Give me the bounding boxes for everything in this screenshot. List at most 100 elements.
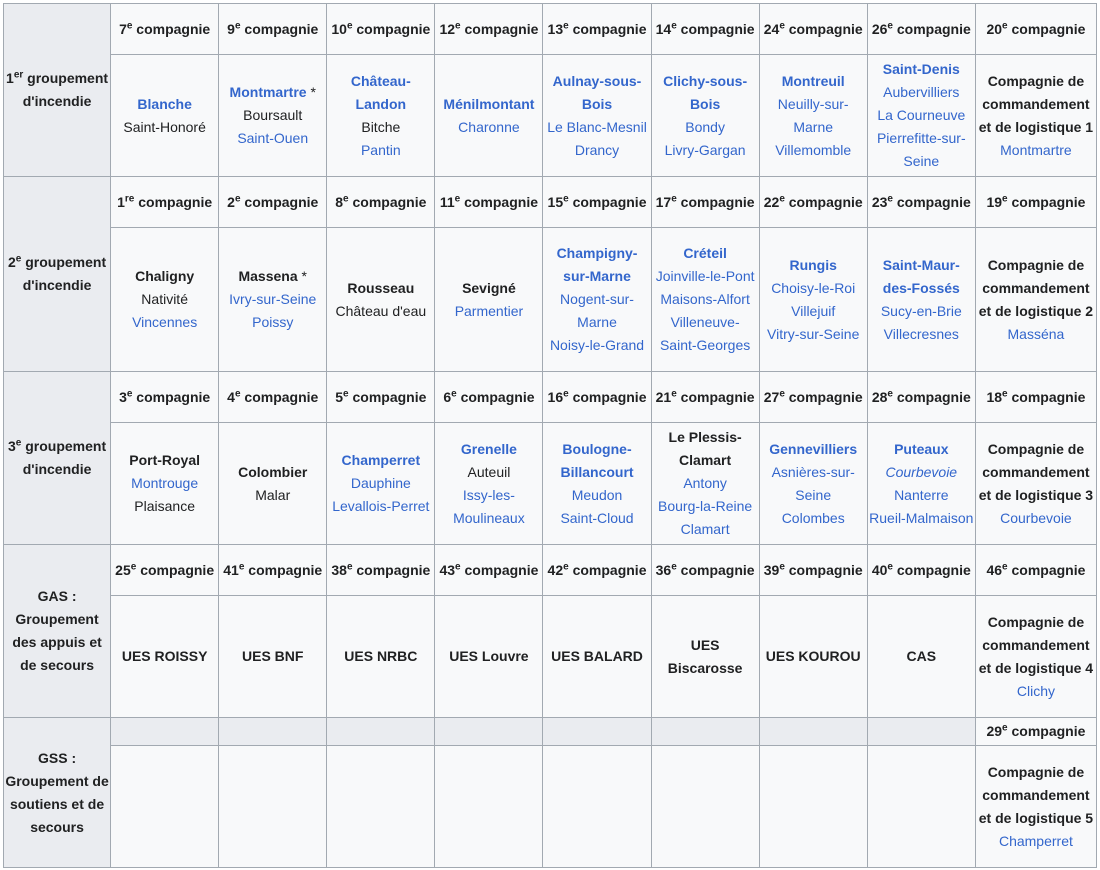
station-link[interactable]: Noisy-le-Grand xyxy=(550,337,644,353)
station-link[interactable]: Charonne xyxy=(458,119,520,135)
station-link[interactable]: Boulogne-Billancourt xyxy=(560,441,633,480)
station-link[interactable]: Villemomble xyxy=(775,142,851,158)
station-line: Boulogne-Billancourt xyxy=(544,438,649,484)
station-link[interactable]: Puteaux xyxy=(894,441,948,457)
asterisk-note: * xyxy=(297,268,307,284)
station-link[interactable]: Meudon xyxy=(572,487,623,503)
station-link[interactable]: Saint-Ouen xyxy=(237,130,308,146)
station-line: Clichy xyxy=(977,680,1095,703)
station-line: UES KOUROU xyxy=(761,645,866,668)
station-link[interactable]: Ivry-sur-Seine xyxy=(229,291,316,307)
station-link[interactable]: Poissy xyxy=(252,314,293,330)
station-line: Asnières-sur-Seine xyxy=(761,461,866,507)
station-link[interactable]: Vincennes xyxy=(132,314,197,330)
station-link[interactable]: Maisons-Alfort xyxy=(660,291,749,307)
company-header: 28e compagnie xyxy=(866,371,976,423)
station-link[interactable]: Champerret xyxy=(999,833,1073,849)
station-link[interactable]: Colombes xyxy=(782,510,845,526)
station-name: Massena xyxy=(238,268,298,284)
station-link[interactable]: Rungis xyxy=(789,257,836,273)
station-link[interactable]: Montrouge xyxy=(131,475,198,491)
station-line: Nanterre xyxy=(869,484,974,507)
station-link[interactable]: Nogent-sur-Marne xyxy=(560,291,634,330)
station-link[interactable]: Saint-Maur-des-Fossés xyxy=(883,257,960,296)
company-label: compagnie xyxy=(460,193,538,210)
station-link[interactable]: Clichy xyxy=(1017,683,1055,699)
empty-cell xyxy=(542,745,652,868)
station-link[interactable]: Blanche xyxy=(137,96,191,112)
station-link[interactable]: Livry-Gargan xyxy=(665,142,746,158)
brigade-companies-table: 1er groupement d'incendie 7e compagnie 9e … xyxy=(2,3,1098,868)
station-link[interactable]: Parmentier xyxy=(455,303,523,319)
station-link[interactable]: Villecresnes xyxy=(884,326,959,342)
station-line: Gennevilliers xyxy=(761,438,866,461)
station-link[interactable]: Bourg-la-Reine xyxy=(658,498,752,514)
station-line: Compagnie de commandement et de logistiq… xyxy=(977,70,1095,139)
station-link[interactable]: Champigny-sur-Marne xyxy=(557,245,638,284)
station-link[interactable]: Drancy xyxy=(575,142,619,158)
company-header: 9e compagnie xyxy=(218,3,328,55)
station-link[interactable]: Pantin xyxy=(361,142,401,158)
station-link[interactable]: Courbevoie xyxy=(885,464,957,480)
station-link[interactable]: Pierrefitte-sur-Seine xyxy=(877,130,966,169)
station-link[interactable]: Ménilmontant xyxy=(443,96,534,112)
station-link[interactable]: Aubervilliers xyxy=(883,84,959,100)
company-stations: Créteil Joinville-le-Pont Maisons-Alfort Vi… xyxy=(650,227,760,372)
company-number: 38 xyxy=(331,561,347,578)
station-link[interactable]: Gennevilliers xyxy=(769,441,857,457)
company-header: 3e compagnie xyxy=(110,371,220,423)
station-link[interactable]: Vitry-sur-Seine xyxy=(767,326,859,342)
station-link[interactable]: Montmartre xyxy=(1000,142,1072,158)
station-link[interactable]: Levallois-Perret xyxy=(332,498,429,514)
station-link[interactable]: Sucy-en-Brie xyxy=(881,303,962,319)
station-link[interactable]: Asnières-sur-Seine xyxy=(772,464,855,503)
station-link[interactable]: La Courneuve xyxy=(877,107,965,123)
station-link[interactable]: Aulnay-sous-Bois xyxy=(553,73,642,112)
station-link[interactable]: Saint-Cloud xyxy=(560,510,633,526)
company-label: compagnie xyxy=(784,561,863,578)
station-link[interactable]: Masséna xyxy=(1008,326,1065,342)
group-label-text: groupement d'incendie xyxy=(21,438,107,477)
station-link[interactable]: Issy-les-Moulineaux xyxy=(453,487,525,526)
station-name: Sevigné xyxy=(462,279,516,296)
station-link[interactable]: Choisy-le-Roi xyxy=(771,280,855,296)
station-link[interactable]: Bondy xyxy=(685,119,725,135)
station-link[interactable]: Montmartre xyxy=(230,84,307,100)
station-line: Noisy-le-Grand xyxy=(544,334,649,357)
group-body-row: Port-Royal Montrouge Plaisance Colombier Mal… xyxy=(4,422,1098,545)
station-link[interactable]: Villeneuve-Saint-Georges xyxy=(660,314,750,353)
station-link[interactable]: Nanterre xyxy=(894,487,948,503)
station-link[interactable]: Saint-Denis xyxy=(883,61,960,77)
company-stations: Grenelle Auteuil Issy-les-Moulineaux xyxy=(434,422,544,545)
station-name: Boursault xyxy=(243,107,303,123)
station-line: UES Biscarosse xyxy=(653,634,758,680)
station-link[interactable]: Clamart xyxy=(681,521,730,537)
station-link[interactable]: Neuilly-sur-Marne xyxy=(778,96,849,135)
company-stations: Compagnie de commandement et de logistiq… xyxy=(974,422,1098,545)
company-header: 25e compagnie xyxy=(110,544,220,596)
empty-header xyxy=(758,717,868,746)
empty-cell xyxy=(326,745,436,868)
station-link[interactable]: Dauphine xyxy=(351,475,411,491)
station-name: UES BNF xyxy=(242,648,304,664)
station-link[interactable]: Château-Landon xyxy=(351,73,411,112)
station-link[interactable]: Le Blanc-Mesnil xyxy=(547,119,647,135)
group-header-row: 2e groupement d'incendie 1re compagnie 2e … xyxy=(2,176,1098,372)
station-link[interactable]: Villejuif xyxy=(791,303,835,319)
company-label: compagnie xyxy=(892,193,971,210)
company-number-suffix: re xyxy=(124,192,135,204)
station-link[interactable]: Montreuil xyxy=(782,73,845,89)
company-header: 15e compagnie xyxy=(542,176,652,228)
station-link[interactable]: Joinville-le-Pont xyxy=(656,268,755,284)
station-link[interactable]: Rueil-Malmaison xyxy=(869,510,973,526)
station-link[interactable]: Champerret xyxy=(342,452,421,468)
station-name: UES Biscarosse xyxy=(667,636,743,676)
station-link[interactable]: Créteil xyxy=(683,245,727,261)
station-link[interactable]: Courbevoie xyxy=(1000,510,1072,526)
station-line: Saint-Cloud xyxy=(544,507,649,530)
station-link[interactable]: Clichy-sous-Bois xyxy=(663,73,747,112)
station-line: Le Blanc-Mesnil xyxy=(544,116,649,139)
station-link[interactable]: Antony xyxy=(683,475,727,491)
station-name: Saint-Honoré xyxy=(123,118,206,135)
station-link[interactable]: Grenelle xyxy=(461,441,517,457)
